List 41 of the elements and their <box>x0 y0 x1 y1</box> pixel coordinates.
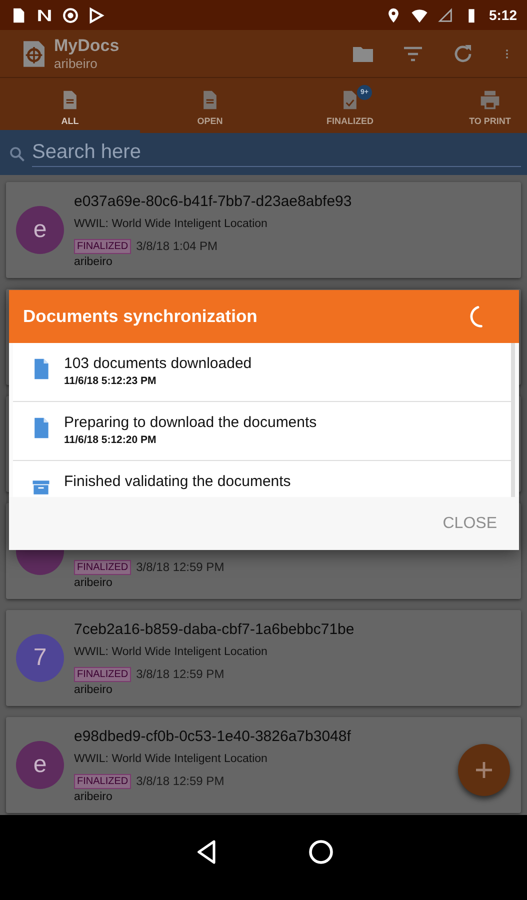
search-field[interactable]: Search here <box>0 133 527 175</box>
document-date: 3/8/18 12:59 PM <box>136 667 224 681</box>
status-tag: FINALIZED <box>74 666 132 682</box>
printer-icon <box>479 88 501 110</box>
avatar: e <box>16 741 64 789</box>
home-icon <box>306 838 334 866</box>
search-icon <box>8 145 26 163</box>
document-date: 3/8/18 1:04 PM <box>136 239 218 253</box>
tab[interactable]: TO PRINT <box>420 78 527 133</box>
document-user: aribeiro <box>74 790 114 802</box>
document-subtitle: WWIL: World Wide Inteligent Location <box>74 752 268 766</box>
log-time: 11/6/18 5:12:23 PM <box>64 375 158 387</box>
wifi-icon <box>410 6 428 24</box>
status-tag: FINALIZED <box>74 560 132 574</box>
document-user: aribeiro <box>74 576 114 588</box>
tab[interactable]: OPEN <box>140 78 280 133</box>
clock-time: 5:12 <box>488 7 517 23</box>
home-button[interactable] <box>306 838 334 866</box>
document-subtitle: WWIL: World Wide Inteligent Location <box>74 218 268 232</box>
document-date: 3/8/18 12:59 PM <box>136 774 224 788</box>
app-title: MyDocs <box>54 36 120 56</box>
status-tag: FINALIZED <box>74 238 132 254</box>
status-tag: FINALIZED <box>74 774 132 788</box>
document-subtitle: WWIL: World Wide Inteligent Location <box>74 646 268 660</box>
log-message: Finished validating the documents <box>64 473 291 490</box>
wheel-icon <box>62 6 79 24</box>
log-message: Preparing to download the documents <box>64 414 317 431</box>
dialog-title: Documents synchronization <box>23 306 258 327</box>
signal-icon <box>436 6 454 24</box>
document-date: 3/8/18 12:59 PM <box>136 560 224 574</box>
document-id: 7ceb2a16-b859-daba-cbf7-1a6bebbc71be <box>74 620 354 640</box>
avatar: 7 <box>16 634 64 682</box>
document-id: e98dbed9-cf0b-0c53-1e40-3826a7b3048f <box>74 728 351 746</box>
document-user: aribeiro <box>74 256 114 268</box>
avatar: e <box>16 206 64 254</box>
document-user: aribeiro <box>74 684 114 696</box>
user-name: aribeiro <box>54 56 98 71</box>
play-icon <box>88 6 105 24</box>
log-message: 103 documents downloaded <box>64 355 252 372</box>
log-time: 11/6/18 5:12:20 PM <box>64 434 158 446</box>
document-id: e037a69e-80c6-b41f-7bb7-d23ae8abfe93 <box>74 192 352 212</box>
